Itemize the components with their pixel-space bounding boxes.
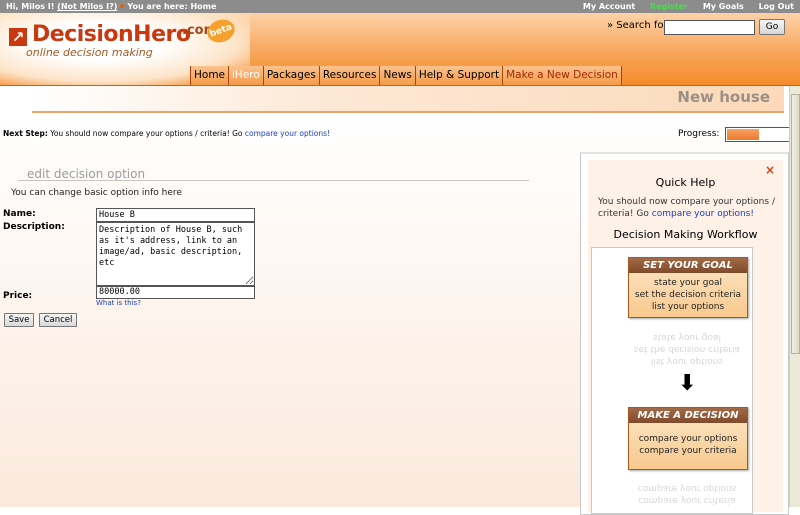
step-line: state your goal — [654, 278, 722, 288]
reflection-line: compare your options — [637, 483, 737, 493]
page-title: New house — [677, 88, 770, 106]
quick-help-text: You should now compare your options / cr… — [598, 196, 778, 220]
next-step-label: Next Step: — [3, 129, 48, 138]
price-label: Price: — [3, 291, 33, 301]
reflection-line: state your goal — [653, 332, 721, 342]
header: ↗ DecisionHero .com beta online decision… — [0, 13, 800, 85]
step-set-goal: SET YOUR GOAL state your goal set the de… — [628, 257, 748, 318]
step-make-decision-body: compare your options compare your criter… — [629, 423, 747, 469]
scrollbar-thumb[interactable] — [791, 94, 800, 354]
greeting: Hi, Milos I! — [6, 2, 55, 11]
what-is-this-link[interactable]: What is this? — [96, 299, 141, 307]
step-line: set the decision criteria — [634, 290, 742, 300]
name-label: Name: — [3, 209, 36, 219]
cancel-button[interactable]: Cancel — [39, 313, 77, 327]
brand-name: DecisionHero — [32, 22, 191, 47]
description-field[interactable]: Description of House B, such as it's add… — [96, 222, 255, 286]
close-icon[interactable]: × — [765, 163, 775, 177]
name-field[interactable] — [96, 208, 255, 222]
search-label: » Search for: — [607, 20, 671, 31]
arrow-down-icon: ⬇ — [678, 371, 697, 396]
title-bar: New house — [32, 86, 784, 113]
description-label: Description: — [3, 222, 65, 232]
register-link[interactable]: Register — [650, 2, 688, 11]
nav-packages[interactable]: Packages — [262, 66, 319, 85]
logo-arrow-icon: ↗ — [9, 28, 27, 46]
quick-help-panel: × Quick Help You should now compare your… — [580, 152, 789, 515]
search-go-button[interactable]: Go — [759, 19, 785, 35]
bullet-icon — [120, 4, 125, 8]
step-line: compare your criteria — [639, 446, 737, 456]
quick-help-compare-link[interactable]: compare your options! — [652, 209, 754, 219]
location-breadcrumb: You are here: Home — [127, 2, 217, 11]
tagline: online decision making — [26, 46, 153, 59]
save-button[interactable]: Save — [4, 313, 34, 327]
beta-badge: beta — [204, 15, 238, 47]
reflection-line: list your options — [650, 356, 724, 366]
step-line: compare your options — [638, 434, 738, 444]
step-set-goal-head: SET YOUR GOAL — [629, 258, 747, 273]
quick-help-inner: × Quick Help You should now compare your… — [588, 160, 783, 514]
top-bar: Hi, Milos I! (Not Milos I?) You are here:… — [0, 0, 800, 13]
next-step: Next Step: You should now compare your o… — [3, 129, 330, 138]
search-input[interactable] — [664, 20, 755, 35]
page-scrollbar[interactable] — [789, 86, 800, 507]
step-make-decision-reflection: compare your criteria compare your optio… — [628, 482, 746, 506]
progress-fill — [727, 129, 759, 140]
progress-label: Progress: — [678, 129, 720, 139]
step-set-goal-reflection: list your options set the decision crite… — [628, 331, 746, 367]
price-field[interactable] — [96, 286, 255, 299]
step-make-decision: MAKE A DECISION compare your options com… — [628, 407, 748, 470]
next-step-text: You should now compare your options / cr… — [50, 129, 243, 138]
step-line: list your options — [651, 302, 725, 312]
compare-options-link[interactable]: compare your options! — [245, 129, 330, 138]
user-info: Hi, Milos I! (Not Milos I?) You are here:… — [6, 0, 216, 13]
account-links: My Account Register My Goals Log Out — [571, 0, 794, 13]
nav-help-support[interactable]: Help & Support — [414, 66, 503, 85]
progress-bar — [725, 127, 791, 142]
log-out-link[interactable]: Log Out — [759, 2, 794, 11]
nav-make-new-decision[interactable]: Make a New Decision — [502, 66, 622, 85]
main-nav: Home iHero Packages Resources News Help … — [190, 66, 622, 85]
quick-help-title: Quick Help — [655, 176, 716, 189]
not-user-link[interactable]: (Not Milos I?) — [57, 2, 117, 11]
section-title: edit decision option — [27, 167, 146, 181]
reflection-line: set the decision criteria — [633, 344, 741, 354]
workflow-diagram: SET YOUR GOAL state your goal set the de… — [591, 247, 753, 514]
reflection-line: compare your criteria — [638, 495, 736, 505]
nav-news[interactable]: News — [379, 66, 415, 85]
step-make-decision-head: MAKE A DECISION — [629, 408, 747, 423]
section-subtitle: You can change basic option info here — [11, 188, 182, 198]
nav-ihero[interactable]: iHero — [228, 66, 263, 85]
step-set-goal-body: state your goal set the decision criteri… — [629, 273, 747, 317]
my-goals-link[interactable]: My Goals — [703, 2, 744, 11]
my-account-link[interactable]: My Account — [583, 2, 635, 11]
section-divider — [18, 180, 529, 181]
nav-home[interactable]: Home — [190, 66, 229, 85]
nav-resources[interactable]: Resources — [318, 66, 380, 85]
workflow-title: Decision Making Workflow — [613, 228, 758, 241]
